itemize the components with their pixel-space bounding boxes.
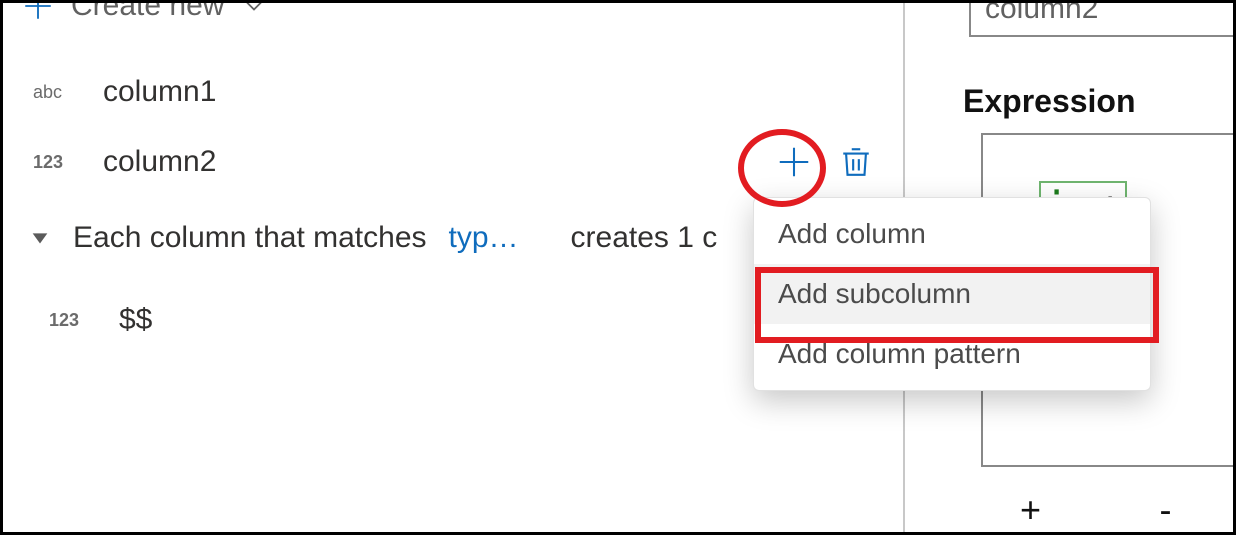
- menu-item-add-column[interactable]: Add column: [754, 204, 1150, 264]
- column-pattern-row[interactable]: Each column that matches typ… creates 1 …: [29, 221, 717, 255]
- delete-button[interactable]: [839, 145, 873, 179]
- menu-item-add-column-pattern[interactable]: Add column pattern: [754, 324, 1150, 384]
- type-badge-number: 123: [33, 152, 77, 173]
- subcolumn-row[interactable]: 123 $$: [49, 303, 152, 337]
- pattern-type-link[interactable]: typ…: [449, 221, 519, 255]
- selected-column-field[interactable]: column2: [969, 0, 1236, 37]
- type-badge-string: abc: [33, 82, 77, 103]
- add-button[interactable]: [775, 143, 813, 181]
- zoom-out-button[interactable]: -: [1146, 489, 1186, 531]
- column-row[interactable]: abc column1: [33, 75, 873, 109]
- zoom-controls: + -: [963, 489, 1233, 531]
- expression-heading: Expression: [963, 83, 1136, 120]
- type-badge-number: 123: [49, 310, 93, 331]
- chevron-down-icon: [240, 0, 268, 20]
- pattern-prefix: Each column that matches: [73, 221, 427, 255]
- pattern-suffix: creates 1 c: [571, 221, 718, 255]
- app-frame: Create new abc column1 123 column2: [0, 0, 1236, 535]
- zoom-in-button[interactable]: +: [1011, 489, 1051, 531]
- column-row-selected[interactable]: 123 column2: [33, 143, 873, 181]
- row-tools: [775, 143, 873, 181]
- plus-icon: [21, 0, 55, 23]
- create-new-label: Create new: [71, 0, 224, 23]
- column-name: column1: [103, 75, 216, 109]
- create-new-button[interactable]: Create new: [21, 0, 268, 23]
- selected-column-value: column2: [985, 0, 1098, 26]
- collapse-icon[interactable]: [29, 227, 51, 249]
- subcolumn-name: $$: [119, 303, 152, 337]
- column-name: column2: [103, 145, 216, 179]
- menu-item-add-subcolumn[interactable]: Add subcolumn: [754, 264, 1150, 324]
- add-menu: Add column Add subcolumn Add column patt…: [753, 197, 1151, 391]
